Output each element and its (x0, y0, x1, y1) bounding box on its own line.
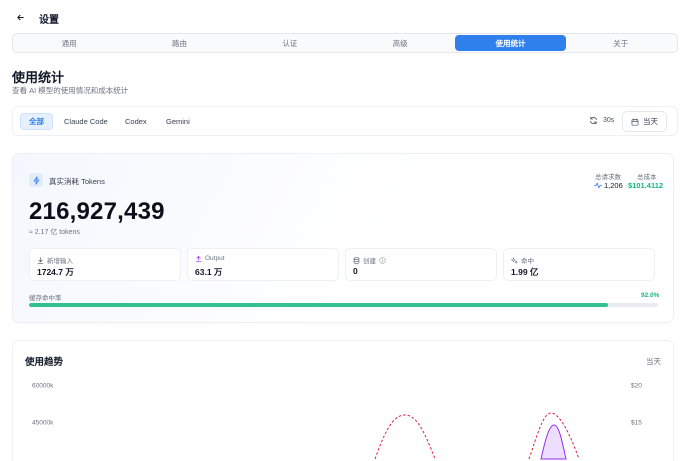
filter-codex[interactable]: Codex (117, 113, 155, 130)
filter-all[interactable]: 全部 (20, 113, 53, 130)
stat-hit: 命中 1.99 亿 (503, 248, 655, 281)
tab-general[interactable]: 通用 (14, 35, 124, 51)
section-subtitle: 查看 AI 模型的使用情况和成本统计 (12, 86, 129, 95)
database-icon (353, 256, 360, 264)
stat-label: 创建 (363, 258, 376, 265)
back-button[interactable] (11, 8, 29, 26)
tab-about[interactable]: 关于 (566, 35, 676, 51)
stat-value: 1.99 亿 (511, 267, 539, 277)
stat-label: 命中 (521, 258, 534, 265)
cache-hit-progress-fill (29, 303, 608, 307)
y-left-tick: 45000k (32, 420, 54, 427)
download-icon (37, 256, 44, 264)
stat-value: 1724.7 万 (37, 267, 74, 277)
cost-label: 总成本 (637, 174, 657, 181)
page-title: 设置 (39, 15, 59, 26)
requests-value-group: 1,206 (594, 181, 623, 190)
filter-bar: 全部 Claude Code Codex Gemini 30s 当天 (12, 106, 678, 136)
cache-hit-label: 缓存命中率 (29, 295, 62, 302)
requests-label: 总请求数 (595, 174, 621, 181)
section-title: 使用统计 (12, 70, 65, 85)
tab-usage-stats[interactable]: 使用统计 (455, 35, 566, 51)
usage-trend-card: 使用趋势 当天 60000k 45000k $20 $15 (12, 340, 674, 461)
sparkle-icon (511, 256, 518, 264)
stat-label: Output (205, 255, 225, 262)
stat-value: 0 (353, 266, 358, 276)
stat-created: 创建 0 (345, 248, 497, 281)
token-summary-card: 真实消耗 Tokens 216,927,439 ≈ 2.17 亿 tokens … (12, 153, 674, 323)
tokens-label: 真实消耗 Tokens (49, 177, 105, 186)
refresh-icon (590, 116, 597, 125)
cache-hit-rate: 92.0% (641, 292, 660, 299)
requests-value: 1,206 (604, 181, 623, 190)
y-left-tick: 60000k (32, 383, 54, 390)
tokens-approx: ≈ 2.17 亿 tokens (29, 229, 80, 236)
upload-icon (195, 256, 202, 262)
top-bar: 设置 (0, 0, 690, 32)
y-right-tick: $20 (631, 383, 642, 390)
stat-output: Output 63.1 万 (187, 248, 339, 281)
stat-value: 63.1 万 (195, 267, 223, 277)
refresh-control[interactable]: 30s (589, 116, 614, 125)
filter-gemini[interactable]: Gemini (158, 113, 198, 130)
activity-icon (594, 182, 602, 189)
stat-label: 新增输入 (47, 258, 73, 265)
cost-value: $101.4112 (628, 181, 664, 190)
info-icon[interactable] (379, 256, 386, 264)
refresh-interval: 30s (603, 117, 615, 124)
tab-advanced[interactable]: 高级 (345, 35, 455, 51)
filter-claude-code[interactable]: Claude Code (56, 113, 116, 130)
y-right-tick: $15 (631, 420, 642, 427)
tab-routing[interactable]: 路由 (124, 35, 234, 51)
stat-new-input: 新增输入 1724.7 万 (29, 248, 181, 281)
date-range-label: 当天 (643, 117, 658, 126)
cache-hit-progress (29, 303, 658, 307)
tab-auth[interactable]: 认证 (235, 35, 345, 51)
date-range-button[interactable]: 当天 (622, 111, 667, 132)
total-tokens: 216,927,439 (29, 198, 165, 225)
trend-chart: 60000k 45000k $20 $15 (32, 383, 642, 460)
lightning-icon (29, 173, 43, 187)
settings-tabs: 通用 路由 认证 高级 使用统计 关于 (12, 33, 678, 53)
cost-series-line (374, 414, 436, 460)
arrow-left-icon (16, 14, 24, 20)
calendar-icon (631, 117, 639, 126)
token-series-area (540, 424, 567, 460)
